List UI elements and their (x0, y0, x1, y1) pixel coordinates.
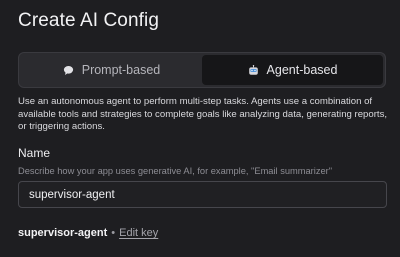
dialog-title: Create AI Config (18, 10, 160, 31)
prompt-based-label: Prompt-based (81, 63, 161, 77)
name-input[interactable] (18, 181, 387, 208)
agent-based-option[interactable]: Agent-based (202, 55, 383, 85)
chat-bubble-icon (63, 65, 74, 76)
key-row: supervisor-agent • Edit key (18, 227, 158, 239)
agent-based-label: Agent-based (266, 63, 338, 77)
name-label: Name (18, 146, 51, 160)
name-help-text: Describe how your app uses generative AI… (18, 166, 333, 176)
robot-icon (248, 64, 259, 76)
mode-toggle: Prompt-based Agent-based (18, 52, 386, 88)
agent-description: Use an autonomous agent to perform multi… (18, 96, 388, 132)
edit-key-link[interactable]: Edit key (119, 227, 158, 239)
key-separator: • (111, 227, 116, 239)
config-key: supervisor-agent (18, 227, 108, 239)
prompt-based-option[interactable]: Prompt-based (21, 55, 202, 85)
